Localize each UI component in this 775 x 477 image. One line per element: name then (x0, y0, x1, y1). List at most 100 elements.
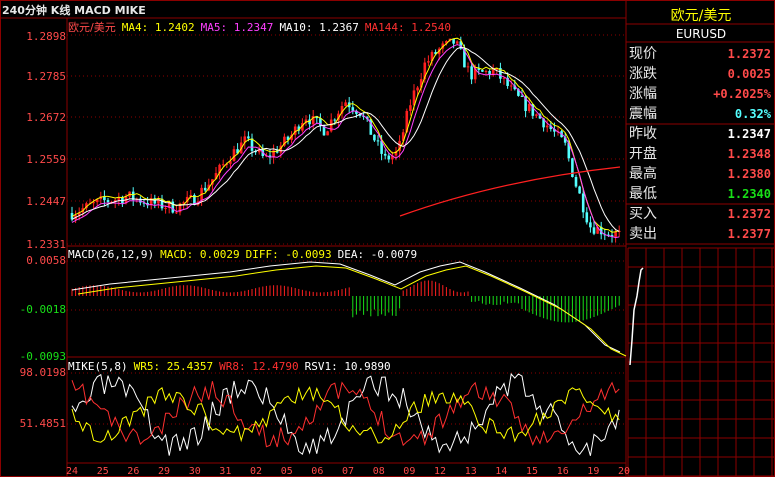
x-axis-label: 16 (556, 466, 569, 477)
quote-row-label: 最低 (629, 186, 657, 202)
quote-row-label: 卖出 (629, 226, 657, 242)
candle-body (326, 131, 329, 136)
mike-tick-1: 98.0198 (19, 366, 66, 379)
price-tick-6: 1.2331 (26, 238, 66, 251)
chart-title: 240分钟 K线 MACD MIKE (2, 4, 146, 17)
x-axis-label: 24 (66, 466, 79, 477)
price-tick-5: 1.2447 (26, 195, 66, 208)
quote-row-label: 现价 (629, 46, 657, 62)
x-axis-label: 31 (219, 466, 232, 477)
candle-body (409, 105, 412, 111)
x-axis-label: 30 (188, 466, 201, 477)
candle-body (520, 95, 524, 97)
quote-row-value: 1.2372 (727, 207, 771, 221)
x-axis-label: 15 (526, 466, 539, 477)
candle-body (376, 140, 380, 142)
quote-row-value: 1.2347 (727, 127, 771, 141)
quote-row: 涨幅 +0.2025% (627, 84, 775, 104)
quote-row: 卖出 1.2377 (627, 224, 775, 244)
ma144-label: MA144: 1.2540 (364, 21, 452, 34)
quote-row-value: 1.2340 (727, 187, 771, 201)
candle-body (351, 107, 355, 111)
candle-body (203, 187, 207, 191)
candle-body (164, 207, 167, 209)
quote-row-label: 买入 (629, 206, 657, 222)
candle-body (175, 212, 178, 214)
symbol-label: 欧元/美元 (68, 21, 116, 34)
diff-line (71, 261, 621, 353)
x-axis-label: 12 (434, 466, 447, 477)
candle-body (333, 119, 337, 121)
quote-row-value: 1.2348 (727, 147, 771, 161)
candle-body (578, 186, 581, 194)
quote-row: 开盘 1.2348 (627, 144, 775, 164)
macd-tick-3: -0.0093 (19, 350, 66, 363)
x-axis-label: 05 (280, 466, 293, 477)
wr5-label: WR5: 25.4357 (133, 360, 214, 373)
x-axis-label: 02 (250, 466, 263, 477)
candle-body (527, 103, 531, 112)
ma10-label: MA10: 1.2367 (279, 21, 359, 34)
ma4-label: MA4: 1.2402 (121, 21, 195, 34)
rsv1-label: RSV1: 10.9890 (304, 360, 391, 373)
ma5-line (71, 44, 620, 239)
candle-body (383, 153, 387, 156)
x-axis-label: 19 (587, 466, 600, 477)
ma5-label: MA5: 1.2347 (200, 21, 274, 34)
quote-row-value: 1.2380 (727, 167, 771, 181)
quote-row: 最低 1.2340 (627, 184, 775, 204)
candle-body (589, 222, 592, 228)
candle-body (470, 66, 473, 80)
quote-row-label: 震幅 (629, 106, 657, 122)
quote-code: EURUSD (675, 27, 727, 41)
quote-row: 震幅 0.32% (627, 104, 775, 124)
quote-row: 现价 1.2372 (627, 44, 775, 64)
x-axis-label: 08 (372, 466, 385, 477)
quote-row-value: 0.0025 (727, 67, 771, 81)
candle-body (455, 41, 459, 44)
macd-tick-2: -0.0018 (19, 303, 66, 316)
x-axis-label: 14 (495, 466, 508, 477)
quote-symbol-title: 欧元/美元 (670, 8, 732, 24)
quote-row-value: 0.32% (734, 107, 771, 121)
x-axis-label: 26 (127, 466, 140, 477)
quote-row-label: 最高 (629, 166, 657, 182)
x-axis-label: 29 (158, 466, 171, 477)
quote-row-label: 开盘 (629, 146, 657, 162)
quote-panel: 欧元/美元 EURUSD 现价 1.2372 涨跌 0.0025 涨幅 +0.2025% 震… (627, 0, 775, 477)
macd-legend: MACD(26,12,9) MACD: 0.0029 DIFF: -0.0093 DE… (68, 248, 423, 261)
quote-row: 昨收 1.2347 (627, 124, 775, 144)
candle-body (545, 125, 549, 128)
candle-body (250, 138, 254, 151)
candle-body (484, 70, 488, 72)
candle-body (247, 136, 250, 139)
candle-body (509, 85, 513, 87)
x-axis-label: 13 (464, 466, 477, 477)
quote-row-value: 1.2372 (727, 47, 771, 61)
x-axis-label: 07 (342, 466, 355, 477)
mike-tick-2: 51.4851 (19, 417, 66, 430)
mike-legend: MIKE(5,8) WR5: 25.4357 WR8: 12.4790 RSV1: 1… (68, 360, 397, 373)
candle-body (221, 164, 225, 166)
candle-body (106, 200, 110, 203)
candle-body (344, 102, 347, 107)
candle-body (614, 232, 617, 237)
quote-row-label: 昨收 (629, 126, 657, 142)
candle-body (574, 176, 578, 187)
macd-value-label: MACD: 0.0029 (160, 248, 240, 261)
macd-tick-1: 0.0058 (26, 254, 66, 267)
candle-body (571, 158, 574, 177)
candle-body (427, 61, 430, 63)
diff-value-label: DIFF: -0.0093 (245, 248, 332, 261)
quote-row-value: +0.2025% (713, 87, 771, 101)
x-axis-label: 25 (96, 466, 109, 477)
quote-row-value: 1.2377 (727, 227, 771, 241)
price-tick-3: 1.2672 (26, 111, 66, 124)
quote-row-label: 涨幅 (629, 86, 657, 102)
mike-name-label: MIKE(5,8) (68, 360, 128, 373)
main-legend: 欧元/美元 MA4: 1.2402 MA5: 1.2347 MA10: 1.2367 M… (68, 21, 457, 34)
x-axis-label: 09 (403, 466, 416, 477)
ma10-line (71, 46, 620, 232)
x-axis-label: 06 (311, 466, 324, 477)
macd-name-label: MACD(26,12,9) (68, 248, 155, 261)
